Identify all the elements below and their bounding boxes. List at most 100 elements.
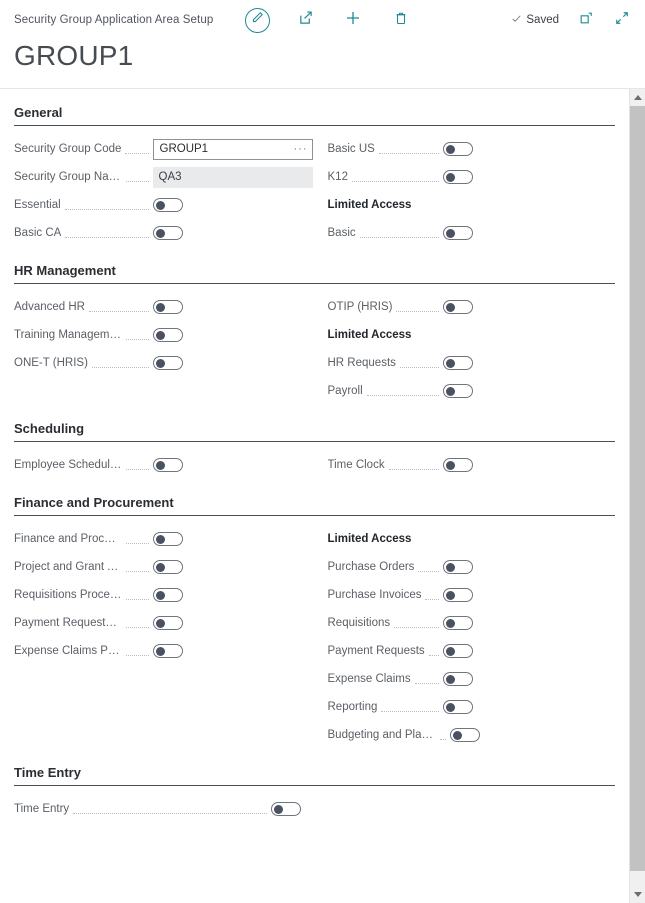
field-control (153, 300, 315, 314)
pencil-icon (251, 11, 264, 29)
toggle-payroll[interactable] (443, 384, 473, 398)
field-control (450, 728, 622, 742)
toggle-requisitions-processi[interactable] (153, 588, 183, 602)
scroll-up-arrow[interactable] (630, 89, 645, 106)
subheading-limited-access: Limited Access (328, 191, 616, 219)
toggle-knob (156, 591, 165, 600)
field-control (443, 356, 615, 370)
dotted-leader (418, 561, 439, 572)
toggle-reporting[interactable] (443, 700, 473, 714)
dotted-leader (400, 357, 439, 368)
dotted-leader (381, 701, 439, 712)
expand-arrows-icon (615, 11, 629, 30)
scroll-down-arrow[interactable] (630, 886, 645, 903)
field-label: Payroll (328, 385, 363, 397)
toggle-knob (156, 359, 165, 368)
open-in-new-window-button[interactable] (577, 11, 595, 29)
toggle-payment-requests[interactable] (443, 644, 473, 658)
toggle-time-entry[interactable] (271, 802, 301, 816)
delete-button[interactable] (388, 7, 414, 33)
field-label: K12 (328, 171, 348, 183)
field-row-reporting: Reporting (328, 693, 616, 721)
field-control (443, 588, 615, 602)
field-control: QA3 (153, 167, 315, 188)
toggle-knob (156, 535, 165, 544)
toggle-time-clock[interactable] (443, 458, 473, 472)
field-control (443, 226, 615, 240)
dotted-leader (126, 645, 149, 656)
field-control (443, 644, 615, 658)
page-title: GROUP1 (0, 42, 645, 70)
field-label: Training Management (14, 329, 122, 341)
right-column: Time Clock (315, 451, 616, 479)
toggle-hr-requests[interactable] (443, 356, 473, 370)
field-control (153, 560, 315, 574)
toggle-knob (446, 563, 455, 572)
toggle-knob (446, 591, 455, 600)
toggle-basic[interactable] (443, 226, 473, 240)
content-scroll-region: General Security Group CodeGROUP1···Secur… (0, 88, 645, 903)
toggle-expense-claims[interactable] (443, 672, 473, 686)
dotted-leader (73, 803, 267, 814)
toggle-otip-hris[interactable] (443, 300, 473, 314)
lookup-button[interactable]: ··· (294, 140, 308, 159)
toggle-knob (156, 647, 165, 656)
toggle-knob (446, 359, 455, 368)
toggle-advanced-hr[interactable] (153, 300, 183, 314)
dotted-leader (389, 459, 439, 470)
toggle-expense-claims-proc[interactable] (153, 644, 183, 658)
toggle-basic-us[interactable] (443, 142, 473, 156)
section-title: HR Management (14, 247, 615, 283)
vertical-scrollbar[interactable] (629, 89, 645, 903)
dotted-leader (126, 617, 149, 628)
toggle-knob (446, 675, 455, 684)
section-columns: Security Group CodeGROUP1···Security Gro… (14, 135, 615, 247)
toggle-employee-scheduling[interactable] (153, 458, 183, 472)
field-row-project-and-grant-ac: Project and Grant Ac... (14, 553, 315, 581)
toggle-knob (446, 173, 455, 182)
scroll-thumb[interactable] (630, 106, 645, 871)
triangle-down-icon (634, 892, 642, 897)
section-divider (14, 283, 615, 284)
expand-button[interactable] (613, 11, 631, 29)
section-scheduling: SchedulingEmployee SchedulingTime Clock (0, 405, 629, 479)
left-column: Advanced HRTraining ManagementONE-T (HRI… (14, 293, 315, 405)
dotted-leader (415, 673, 439, 684)
check-icon (511, 13, 522, 27)
field-label: Project and Grant Ac... (14, 561, 122, 573)
field-label: Purchase Orders (328, 561, 415, 573)
toggle-knob (453, 731, 462, 740)
sections-container: General Security Group CodeGROUP1···Secur… (0, 89, 629, 903)
section-columns: Employee SchedulingTime Clock (14, 451, 615, 479)
toggle-budgeting-and-plann[interactable] (450, 728, 480, 742)
dotted-leader (367, 385, 439, 396)
toggle-k12[interactable] (443, 170, 473, 184)
field-row-hr-requests: HR Requests (328, 349, 616, 377)
field-row-training-management: Training Management (14, 321, 315, 349)
toggle-payment-requests-pr[interactable] (153, 616, 183, 630)
share-button[interactable] (292, 7, 318, 33)
new-button[interactable] (340, 7, 366, 33)
toggle-training-management[interactable] (153, 328, 183, 342)
field-label: Basic (328, 227, 356, 239)
section-title: General (14, 89, 615, 125)
toggle-essential[interactable] (153, 198, 183, 212)
input-security-group-code[interactable]: GROUP1··· (153, 139, 313, 160)
dotted-leader (126, 561, 149, 572)
toggle-basic-ca[interactable] (153, 226, 183, 240)
edit-button[interactable] (245, 8, 270, 33)
toggle-knob (274, 805, 283, 814)
triangle-up-icon (634, 95, 642, 100)
input-security-group-name[interactable]: QA3 (153, 167, 313, 188)
toggle-one-t-hris[interactable] (153, 356, 183, 370)
toggle-purchase-orders[interactable] (443, 560, 473, 574)
toggle-requisitions[interactable] (443, 616, 473, 630)
toggle-project-and-grant-ac[interactable] (153, 560, 183, 574)
toggle-finance-and-procure[interactable] (153, 532, 183, 546)
status-label: Saved (526, 14, 559, 26)
field-control: GROUP1··· (153, 139, 315, 160)
field-label: Basic CA (14, 227, 61, 239)
toggle-purchase-invoices[interactable] (443, 588, 473, 602)
field-row-basic: Basic (328, 219, 616, 247)
toggle-knob (446, 229, 455, 238)
